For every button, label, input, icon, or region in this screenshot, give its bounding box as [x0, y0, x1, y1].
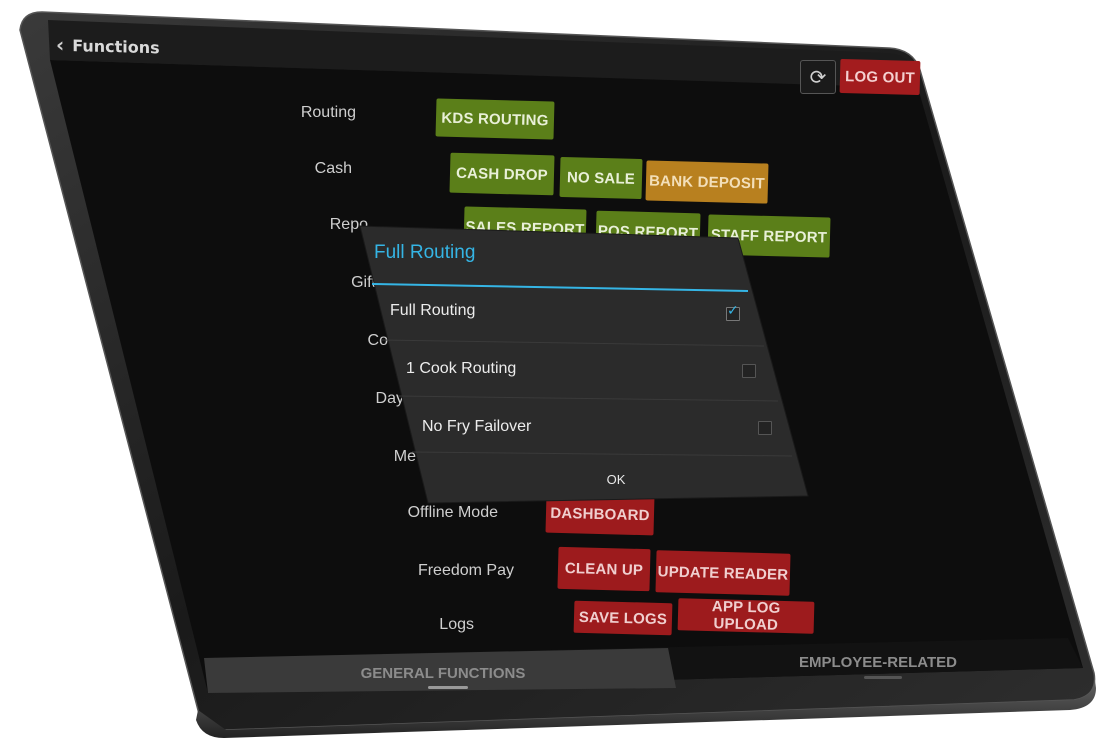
- tablet-frame: [19, 11, 1096, 738]
- page-title: Functions: [72, 35, 160, 57]
- update-reader-button[interactable]: UPDATE READER: [655, 550, 791, 596]
- tab-general-functions[interactable]: GENERAL FUNCTIONS: [338, 660, 548, 686]
- option-label: No Fry Failover: [422, 418, 532, 435]
- checkbox-unchecked-icon[interactable]: [742, 364, 756, 378]
- tablet-device: ‹ Functions ⟳ LOG OUT Routing KDS ROUTIN…: [8, 8, 1101, 740]
- clean-up-button[interactable]: CLEAN UP: [557, 546, 651, 592]
- kds-routing-button[interactable]: KDS ROUTING: [435, 98, 555, 140]
- dashboard-button[interactable]: DASHBOARD: [545, 492, 655, 536]
- sales-report-button[interactable]: SALES REPORT: [463, 206, 587, 250]
- cash-drop-button[interactable]: CASH DROP: [449, 152, 555, 196]
- section-label-logs: Logs: [439, 616, 474, 633]
- section-label-co: Co: [367, 332, 388, 349]
- section-label-gift: Gift: [351, 274, 376, 291]
- no-sale-button[interactable]: NO SALE: [559, 156, 643, 200]
- checkbox-unchecked-icon[interactable]: [758, 421, 772, 435]
- section-label-offline-mode: Offline Mode: [407, 504, 498, 521]
- tab-indicator-employee: [864, 676, 902, 679]
- refresh-icon[interactable]: ⟳: [800, 60, 836, 94]
- option-label: 1 Cook Routing: [406, 360, 517, 377]
- app-log-upload-button[interactable]: APP LOG UPLOAD: [677, 598, 815, 634]
- section-label-routing: Routing: [300, 104, 356, 121]
- section-label-me: Me: [393, 448, 416, 465]
- section-label-freedom-pay: Freedom Pay: [417, 562, 514, 579]
- section-label-cash: Cash: [314, 160, 352, 177]
- section-label-day: Day: [375, 390, 404, 407]
- checkbox-checked-icon[interactable]: [726, 303, 740, 321]
- chevron-left-icon[interactable]: ‹: [56, 33, 64, 57]
- logout-button[interactable]: LOG OUT: [839, 58, 921, 96]
- tab-indicator-general: [428, 686, 468, 689]
- option-label: Full Routing: [390, 302, 476, 319]
- bank-deposit-button[interactable]: BANK DEPOSIT: [645, 160, 769, 204]
- dialog-ok-button[interactable]: OK: [568, 466, 664, 492]
- save-logs-button[interactable]: SAVE LOGS: [573, 600, 673, 636]
- header: ‹ Functions: [56, 33, 160, 58]
- dialog-title: Full Routing: [374, 242, 476, 263]
- section-label-reports: Repo: [329, 216, 368, 233]
- staff-report-button[interactable]: STAFF REPORT: [707, 214, 831, 258]
- tab-employee-related[interactable]: EMPLOYEE-RELATED: [778, 650, 978, 674]
- pos-report-button[interactable]: POS REPORT: [595, 210, 701, 254]
